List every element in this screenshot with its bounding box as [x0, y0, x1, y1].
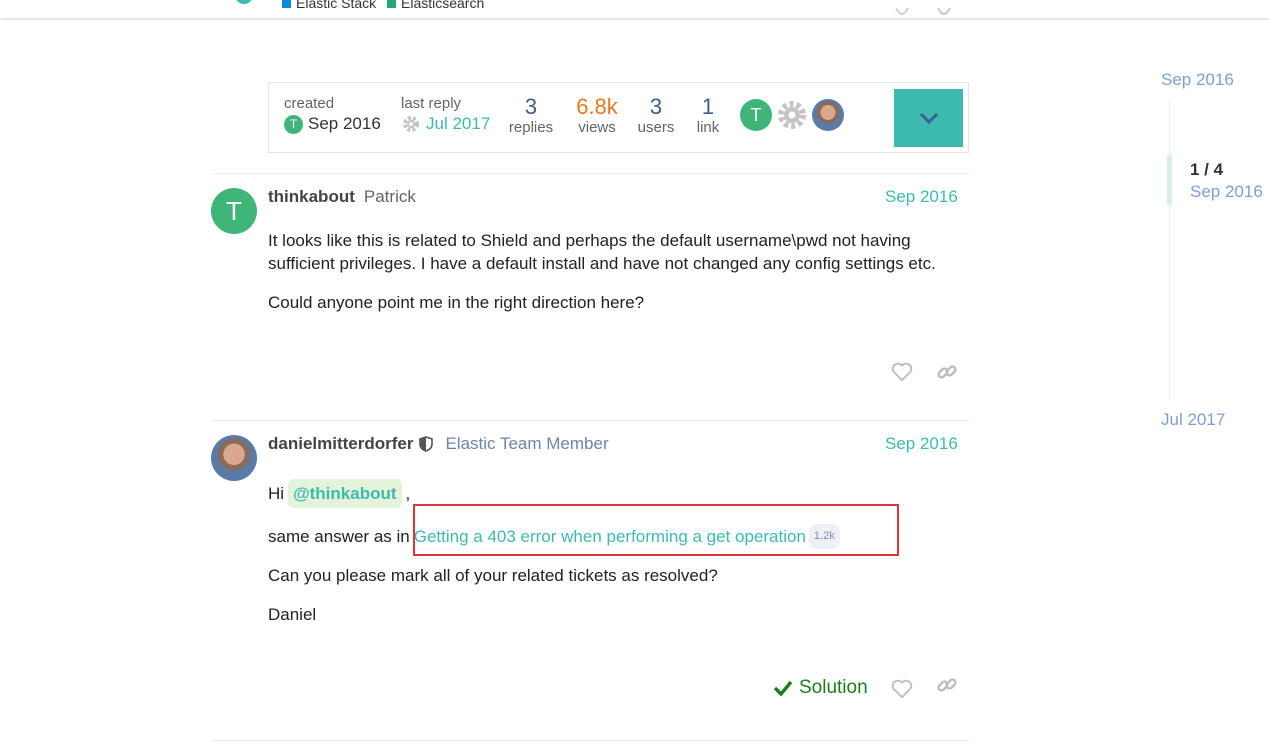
post-date[interactable]: Sep 2016	[885, 434, 958, 454]
share-link-icon[interactable]	[936, 361, 958, 383]
greeting-text: Hi	[268, 484, 285, 503]
user-title: Elastic Team Member	[445, 434, 609, 453]
heart-icon[interactable]	[894, 8, 910, 18]
answer-prefix-text: same answer as in	[268, 527, 410, 546]
link-icon[interactable]	[936, 6, 952, 18]
timeline-scroll-handle[interactable]	[1167, 155, 1172, 205]
participant-gear-avatar-icon[interactable]	[776, 99, 808, 131]
chevron-down-icon	[919, 112, 938, 124]
links-count: 1	[701, 94, 715, 119]
creator-avatar: T	[284, 114, 303, 134]
users-label: users	[637, 119, 675, 136]
like-heart-icon[interactable]	[891, 679, 913, 699]
user-mention[interactable]: @thinkabout	[288, 479, 402, 508]
like-heart-icon[interactable]	[891, 362, 913, 382]
checkmark-icon	[773, 680, 793, 696]
post-full-name: Patrick	[363, 187, 416, 206]
category-color-swatch	[387, 0, 396, 8]
mention-suffix: ,	[405, 484, 411, 503]
links-label: link	[696, 119, 720, 136]
post-avatar[interactable]	[211, 435, 257, 481]
post-paragraph: It looks like this is related to Shield …	[268, 231, 936, 273]
views-stat: 6.8k views	[572, 94, 622, 137]
post-paragraph: Can you please mark all of your related …	[268, 566, 718, 585]
users-count: 3	[649, 94, 663, 119]
created-stat: created T Sep 2016	[284, 95, 381, 134]
replies-label: replies	[508, 119, 554, 136]
participant-photo-avatar[interactable]	[812, 99, 844, 131]
views-count: 6.8k	[576, 94, 618, 119]
last-reply-value-row[interactable]: Jul 2017	[401, 114, 490, 134]
post-username[interactable]: danielmitterdorfer	[268, 434, 413, 454]
post-author: danielmitterdorfer Elastic Team Member	[268, 434, 609, 454]
category-badge-elastic-stack[interactable]: Elastic Stack	[282, 0, 376, 11]
site-header: Elastic Stack Elasticsearch	[0, 0, 1269, 18]
timeline-position: 1 / 4	[1190, 160, 1224, 179]
post-avatar[interactable]: T	[211, 188, 257, 234]
gear-icon	[403, 116, 419, 132]
post-divider	[212, 173, 969, 174]
timeline-start-date[interactable]: Sep 2016	[1161, 70, 1234, 90]
share-link-icon[interactable]	[936, 674, 958, 696]
replies-count: 3	[524, 94, 538, 119]
shield-icon	[419, 436, 434, 452]
post-divider	[212, 420, 969, 421]
site-logo-icon[interactable]	[234, 0, 264, 6]
last-reply-stat: last reply Jul 2017	[401, 95, 490, 134]
replies-stat: 3 replies	[506, 94, 556, 137]
category-label: Elasticsearch	[401, 0, 485, 11]
post-paragraph: Hi @thinkabout ,	[268, 479, 410, 508]
post-username[interactable]: thinkabout	[268, 187, 355, 207]
timeline-position-date: Sep 2016	[1190, 182, 1263, 201]
last-reply-label: last reply	[401, 95, 462, 112]
timeline-track[interactable]	[1169, 100, 1170, 400]
post-author: thinkabout Patrick	[268, 187, 416, 207]
created-label: created	[284, 95, 335, 112]
timeline-end-date[interactable]: Jul 2017	[1161, 410, 1225, 430]
created-value-row[interactable]: T Sep 2016	[284, 114, 381, 134]
category-color-swatch	[282, 0, 291, 8]
views-label: views	[578, 119, 616, 136]
highlight-annotation-box	[413, 504, 899, 556]
category-badge-elasticsearch[interactable]: Elasticsearch	[387, 0, 484, 11]
participant-avatar[interactable]: T	[740, 99, 772, 131]
users-stat: 3 users	[634, 94, 678, 137]
post-divider	[212, 740, 969, 741]
category-label: Elastic Stack	[296, 0, 377, 11]
solution-label: Solution	[799, 677, 868, 698]
last-reply-date: Jul 2017	[426, 114, 491, 133]
links-stat: 1 link	[690, 94, 726, 137]
expand-topic-map-button[interactable]	[894, 89, 963, 147]
post-signature: Daniel	[268, 605, 317, 624]
topic-map: created T Sep 2016 last reply Jul 2017 3…	[268, 82, 969, 153]
post-paragraph: Could anyone point me in the right direc…	[268, 293, 645, 312]
post-date[interactable]: Sep 2016	[885, 187, 958, 207]
created-date: Sep 2016	[308, 114, 381, 133]
solution-badge[interactable]: Solution	[773, 677, 868, 699]
